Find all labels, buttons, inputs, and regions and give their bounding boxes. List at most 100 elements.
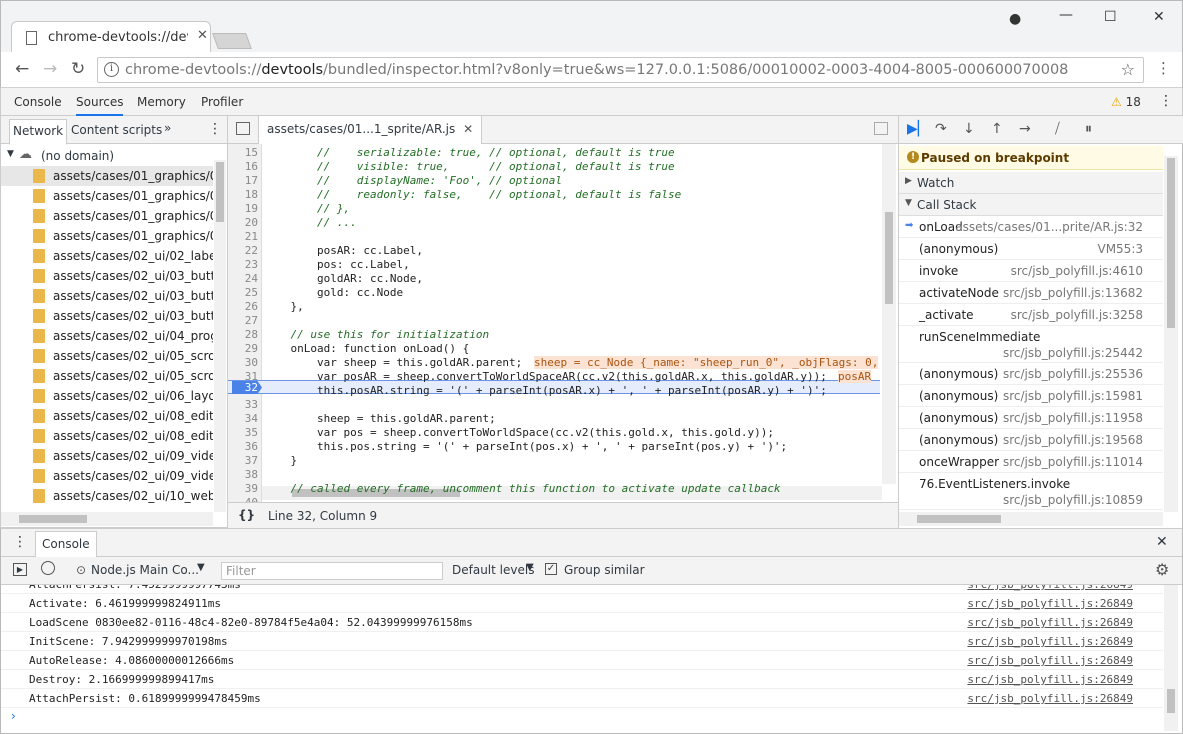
line-number[interactable]: 33 <box>228 398 258 411</box>
code-line[interactable]: // }, <box>264 202 350 215</box>
forward-icon[interactable]: → <box>43 59 57 79</box>
callstack-frame[interactable]: ➡ onLoad assets/cases/01...prite/AR.js:32 <box>899 216 1163 238</box>
callstack-frame[interactable]: runSceneImmediate src/jsb_polyfill.js:254… <box>899 326 1163 363</box>
tree-file-item[interactable]: assets/cases/02_ui/10_webvie <box>1 486 213 506</box>
watch-section[interactable]: ▶ Watch <box>899 172 1163 194</box>
navigator-hscrollbar[interactable] <box>1 512 213 526</box>
callstack-frame[interactable]: 76.EventListeners.invoke src/jsb_polyfill… <box>899 473 1163 510</box>
callstack-frame[interactable]: (anonymous) VM55:3 <box>899 238 1163 260</box>
line-number[interactable]: 25 <box>228 286 258 299</box>
frame-location[interactable]: src/jsb_polyfill.js:10859 <box>1003 493 1143 507</box>
line-number[interactable]: 39 <box>228 482 258 495</box>
line-number[interactable]: 18 <box>228 188 258 201</box>
devtools-menu-icon[interactable]: ⋮ <box>1159 93 1173 109</box>
line-number[interactable]: 16 <box>228 160 258 173</box>
callstack-frame[interactable]: (anonymous) src/jsb_polyfill.js:19568 <box>899 429 1163 451</box>
line-number[interactable]: 27 <box>228 314 258 327</box>
line-number[interactable]: 19 <box>228 202 258 215</box>
frame-location[interactable]: src/jsb_polyfill.js:15981 <box>1003 389 1143 403</box>
tree-file-item[interactable]: assets/cases/02_ui/03_button/ <box>1 306 213 326</box>
debugger-hscrollbar[interactable] <box>899 512 1163 526</box>
more-tabs-icon[interactable]: » <box>164 121 171 135</box>
console-settings-gear-icon[interactable]: ⚙ <box>1155 560 1169 579</box>
callstack-frame[interactable]: (anonymous) src/jsb_polyfill.js:15981 <box>899 385 1163 407</box>
filter-input[interactable]: Filter <box>221 562 443 580</box>
callstack-frame[interactable]: onceWrapper src/jsb_polyfill.js:11014 <box>899 451 1163 473</box>
tree-file-item[interactable]: assets/cases/02_ui/02_label/Bi <box>1 246 213 266</box>
tab-memory[interactable]: Memory <box>137 95 186 109</box>
debugger-scrollbar[interactable] <box>1164 156 1178 512</box>
console-source-link[interactable]: src/jsb_polyfill.js:26849 <box>967 616 1133 629</box>
tree-file-item[interactable]: assets/cases/02_ui/05_scrollVi <box>1 366 213 386</box>
line-number[interactable]: 22 <box>228 244 258 257</box>
context-selector[interactable]: Node.js Main Co... <box>91 563 199 577</box>
close-file-icon[interactable]: ✕ <box>463 122 473 136</box>
code-line[interactable]: // use this for initialization <box>264 328 489 341</box>
pause-on-exceptions-icon[interactable]: ⏸ <box>1085 121 1092 137</box>
callstack-section[interactable]: ▼ Call Stack <box>899 194 1163 216</box>
tree-file-item[interactable]: assets/cases/02_ui/09_videopl <box>1 466 213 486</box>
tree-file-item[interactable]: assets/cases/02_ui/06_layout/ <box>1 386 213 406</box>
url-text[interactable]: chrome-devtools://devtools/bundled/inspe… <box>125 62 1068 78</box>
browser-menu-icon[interactable]: ⋮ <box>1156 59 1171 77</box>
line-number[interactable]: 20 <box>228 216 258 229</box>
console-prompt[interactable]: › <box>11 709 16 723</box>
code-line[interactable]: onLoad: function onLoad() { <box>264 342 469 355</box>
frame-location[interactable]: assets/cases/01...prite/AR.js:32 <box>955 220 1143 234</box>
code-line[interactable]: // ... <box>264 216 357 229</box>
code-line[interactable]: var pos = sheep.convertToWorldSpace(cc.v… <box>264 426 774 439</box>
step-into-icon[interactable]: ↓ <box>963 121 975 137</box>
callstack-frame[interactable]: _activate src/jsb_polyfill.js:3258 <box>899 304 1163 326</box>
code-line[interactable]: }, <box>264 300 303 313</box>
code-line[interactable]: goldAR: cc.Node, <box>264 272 423 285</box>
frame-location[interactable]: src/jsb_polyfill.js:19568 <box>1003 433 1143 447</box>
bookmark-star-icon[interactable]: ☆ <box>1121 60 1135 79</box>
console-source-link[interactable]: src/jsb_polyfill.js:26849 <box>967 585 1133 591</box>
tree-file-item[interactable]: assets/cases/01_graphics/01_s <box>1 206 213 226</box>
address-bar[interactable]: i chrome-devtools://devtools/bundled/ins… <box>97 57 1144 83</box>
tree-file-item[interactable]: assets/cases/02_ui/04_progres <box>1 326 213 346</box>
code-line[interactable]: // readonly: false, // optional, default… <box>264 188 681 201</box>
code-line[interactable]: gold: cc.Node <box>264 286 403 299</box>
close-drawer-icon[interactable]: ✕ <box>1156 534 1168 550</box>
frame-location[interactable]: src/jsb_polyfill.js:3258 <box>1011 308 1143 322</box>
back-icon[interactable]: ← <box>15 59 29 79</box>
editor-scrollbar[interactable] <box>882 144 896 484</box>
drawer-menu-icon[interactable]: ⋮ <box>13 534 27 550</box>
maximize-icon[interactable]: ☐ <box>1104 9 1117 25</box>
code-line[interactable]: this.posAR.string = '(' + parseInt(posAR… <box>264 384 827 397</box>
code-line[interactable]: // displayName: 'Foo', // optional <box>264 174 562 187</box>
toggle-navigator-icon[interactable] <box>236 122 250 135</box>
line-number[interactable]: 35 <box>228 426 258 439</box>
code-line[interactable]: posAR: cc.Label, <box>264 244 423 257</box>
callstack-frame[interactable]: invoke src/jsb_polyfill.js:4610 <box>899 260 1163 282</box>
code-line[interactable]: pos: cc.Label, <box>264 258 410 271</box>
info-icon[interactable]: i <box>104 62 119 77</box>
step-over-icon[interactable]: ↷ <box>935 121 947 137</box>
clear-console-icon[interactable] <box>41 561 55 575</box>
frame-location[interactable]: src/jsb_polyfill.js:11958 <box>1003 411 1143 425</box>
minimize-icon[interactable]: — <box>1059 7 1073 23</box>
frame-location[interactable]: src/jsb_polyfill.js:25442 <box>1003 346 1143 360</box>
resume-icon[interactable]: ▶▏ <box>907 121 929 137</box>
new-tab-button[interactable] <box>212 33 252 49</box>
line-number[interactable]: 37 <box>228 454 258 467</box>
levels-dropdown[interactable]: Default levels <box>452 563 534 577</box>
code-line[interactable]: var posAR = sheep.convertToWorldSpaceAR(… <box>264 370 827 383</box>
console-source-link[interactable]: src/jsb_polyfill.js:26849 <box>967 654 1133 667</box>
line-number[interactable]: 38 <box>228 468 258 481</box>
console-source-link[interactable]: src/jsb_polyfill.js:26849 <box>967 597 1133 610</box>
close-window-icon[interactable]: ✕ <box>1153 9 1165 25</box>
tab-sources[interactable]: Sources <box>76 95 124 116</box>
tab-network[interactable]: Network <box>9 119 68 145</box>
levels-dropdown-icon[interactable]: ▼ <box>526 562 534 573</box>
tab-content-scripts[interactable]: Content scripts <box>71 123 162 137</box>
code-line[interactable]: // serializable: true, // optional, defa… <box>264 146 675 159</box>
line-number[interactable]: 26 <box>228 300 258 313</box>
step-out-icon[interactable]: ↑ <box>991 121 1003 137</box>
deactivate-breakpoints-icon[interactable]: ⧸ <box>1055 121 1060 137</box>
tree-file-item[interactable]: assets/cases/02_ui/03_button/ <box>1 286 213 306</box>
line-number[interactable]: 23 <box>228 258 258 271</box>
code-line[interactable]: this.pos.string = '(' + parseInt(pos.x) … <box>264 440 787 453</box>
tab-console[interactable]: Console <box>14 95 62 109</box>
